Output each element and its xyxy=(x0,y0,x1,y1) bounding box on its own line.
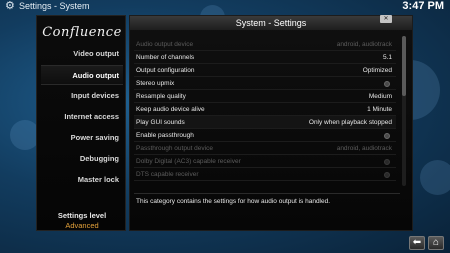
setting-passthrough-output-device[interactable]: Passthrough output device android, audio… xyxy=(134,142,396,155)
sidebar-item-power-saving[interactable]: Power saving xyxy=(41,128,123,148)
setting-value: Medium xyxy=(368,93,392,100)
setting-label: Resample quality xyxy=(136,93,186,100)
setting-description: This category contains the settings for … xyxy=(136,198,331,205)
toggle-radio-icon[interactable] xyxy=(384,159,390,165)
setting-value: android, audiotrack xyxy=(336,145,392,152)
close-icon[interactable]: ✕ xyxy=(380,15,392,23)
sidebar-item-audio-output[interactable]: Audio output xyxy=(41,65,123,85)
clock: 3:47 PM xyxy=(402,0,444,12)
scrollbar[interactable] xyxy=(402,36,406,186)
setting-label: Stereo upmix xyxy=(136,80,175,87)
setting-resample-quality[interactable]: Resample quality Medium xyxy=(134,90,396,103)
sidebar-item-debugging[interactable]: Debugging xyxy=(41,149,123,169)
home-icon[interactable]: ⌂ xyxy=(428,236,444,250)
divider xyxy=(134,193,400,194)
scrollbar-thumb[interactable] xyxy=(402,36,406,96)
dialog-title: System - Settings xyxy=(130,16,412,30)
setting-value: 1 Minute xyxy=(367,106,392,113)
settings-level-value[interactable]: Advanced xyxy=(41,221,123,230)
toggle-radio-icon[interactable] xyxy=(384,133,390,139)
sidebar-item-input-devices[interactable]: Input devices xyxy=(41,86,123,106)
setting-label: Enable passthrough xyxy=(136,132,194,139)
sidebar-item-video-output[interactable]: Video output xyxy=(41,44,123,64)
top-bar: ⚙ Settings - System 3:47 PM xyxy=(0,0,450,14)
setting-label: Play GUI sounds xyxy=(136,119,185,126)
setting-label: Audio output device xyxy=(136,41,194,48)
toggle-radio-icon[interactable] xyxy=(384,81,390,87)
setting-play-gui-sounds[interactable]: Play GUI sounds Only when playback stopp… xyxy=(134,116,396,129)
setting-value: Optimized xyxy=(362,67,392,74)
setting-label: Passthrough output device xyxy=(136,145,213,152)
sidebar-item-internet-access[interactable]: Internet access xyxy=(41,107,123,127)
settings-level-label[interactable]: Settings level xyxy=(41,211,123,220)
sidebar: Confluence Video output Audio output Inp… xyxy=(36,15,126,231)
setting-ac3-capable-receiver[interactable]: Dolby Digital (AC3) capable receiver xyxy=(134,155,396,168)
gear-icon: ⚙ xyxy=(5,0,15,12)
setting-output-configuration[interactable]: Output configuration Optimized xyxy=(134,64,396,77)
settings-dialog: System - Settings ✕ Audio output device … xyxy=(129,15,413,231)
breadcrumb: Settings - System xyxy=(19,1,90,11)
setting-value: 5.1 xyxy=(382,54,392,61)
confluence-logo: Confluence xyxy=(42,25,122,40)
setting-label: DTS capable receiver xyxy=(136,171,199,178)
toggle-radio-icon[interactable] xyxy=(384,172,390,178)
setting-value: Only when playback stopped xyxy=(308,119,392,126)
setting-value: android, audiotrack xyxy=(336,41,392,48)
setting-label: Dolby Digital (AC3) capable receiver xyxy=(136,158,241,165)
setting-label: Output configuration xyxy=(136,67,195,74)
back-arrow-icon[interactable]: ⬅ xyxy=(409,236,425,250)
setting-stereo-upmix[interactable]: Stereo upmix xyxy=(134,77,396,90)
setting-number-of-channels[interactable]: Number of channels 5.1 xyxy=(134,51,396,64)
setting-dts-capable-receiver[interactable]: DTS capable receiver xyxy=(134,168,396,181)
setting-keep-audio-device-alive[interactable]: Keep audio device alive 1 Minute xyxy=(134,103,396,116)
setting-enable-passthrough[interactable]: Enable passthrough xyxy=(134,129,396,142)
setting-audio-output-device[interactable]: Audio output device android, audiotrack xyxy=(134,38,396,51)
sidebar-item-master-lock[interactable]: Master lock xyxy=(41,170,123,190)
setting-label: Keep audio device alive xyxy=(136,106,205,113)
setting-label: Number of channels xyxy=(136,54,195,61)
